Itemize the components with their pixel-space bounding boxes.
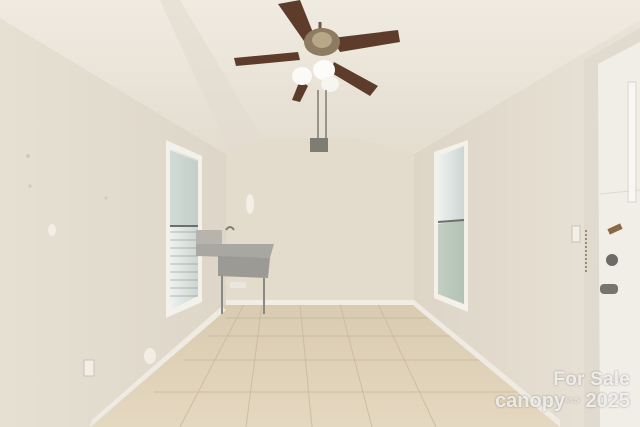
room-photo: For Sale canopyMLS 2025	[0, 0, 640, 427]
switch-right	[571, 225, 581, 243]
back-wall	[226, 138, 414, 304]
watermark-brand-line: canopyMLS 2025	[495, 390, 630, 413]
vent-back	[310, 138, 328, 152]
right-window	[434, 140, 468, 312]
watermark-brand: canopy	[495, 390, 566, 413]
watermark-for-sale: For Sale	[553, 369, 630, 391]
watermark-year: 2025	[585, 390, 631, 413]
outlet-left	[83, 359, 95, 377]
left-window	[166, 140, 202, 318]
exterior-door	[584, 28, 640, 427]
watermark-brand-suffix: MLS	[565, 398, 580, 405]
room-illustration	[0, 0, 640, 427]
listing-watermark: For Sale canopyMLS 2025	[495, 370, 630, 413]
baseboard-back	[226, 300, 414, 305]
